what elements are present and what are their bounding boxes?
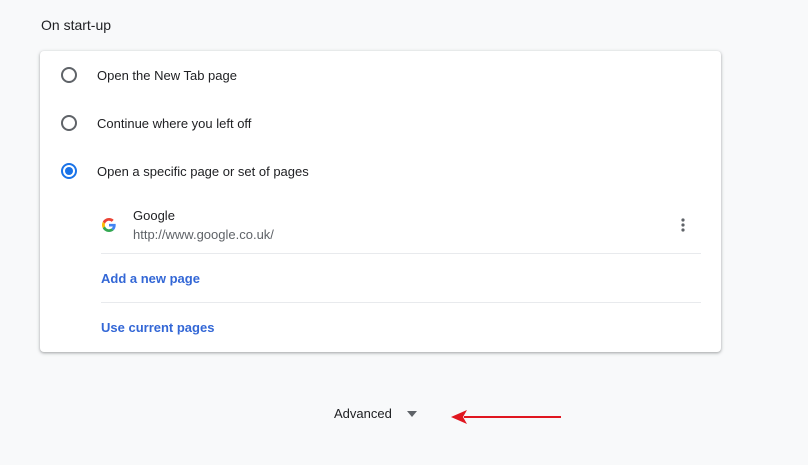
startup-card: Open the New Tab page Continue where you… bbox=[40, 51, 721, 352]
more-vertical-icon bbox=[681, 218, 685, 232]
site-url: http://www.google.co.uk/ bbox=[133, 227, 274, 242]
red-arrow-icon bbox=[451, 410, 561, 424]
radio-option-new-tab[interactable]: Open the New Tab page bbox=[40, 51, 721, 99]
add-page-row: Add a new page bbox=[101, 254, 701, 303]
google-g-icon bbox=[102, 218, 116, 232]
radio-button-checked[interactable] bbox=[61, 163, 77, 179]
more-actions-button[interactable] bbox=[671, 211, 695, 239]
add-new-page-link[interactable]: Add a new page bbox=[101, 271, 200, 286]
radio-option-continue[interactable]: Continue where you left off bbox=[40, 99, 721, 147]
site-name: Google bbox=[133, 208, 175, 223]
radio-label: Open the New Tab page bbox=[97, 67, 237, 83]
settings-page: On start-up Open the New Tab page Contin… bbox=[0, 0, 808, 465]
radio-option-specific-pages[interactable]: Open a specific page or set of pages bbox=[40, 147, 721, 195]
use-current-row: Use current pages bbox=[101, 303, 701, 352]
chevron-down-icon bbox=[406, 410, 417, 417]
radio-button[interactable] bbox=[61, 67, 77, 83]
advanced-label: Advanced bbox=[334, 406, 392, 421]
section-title: On start-up bbox=[41, 17, 112, 33]
radio-label: Continue where you left off bbox=[97, 115, 252, 131]
advanced-button[interactable]: Advanced bbox=[334, 406, 417, 421]
radio-label: Open a specific page or set of pages bbox=[97, 163, 309, 179]
radio-button[interactable] bbox=[61, 115, 77, 131]
startup-page-entry: Google http://www.google.co.uk/ bbox=[101, 201, 701, 254]
use-current-pages-link[interactable]: Use current pages bbox=[101, 320, 214, 335]
